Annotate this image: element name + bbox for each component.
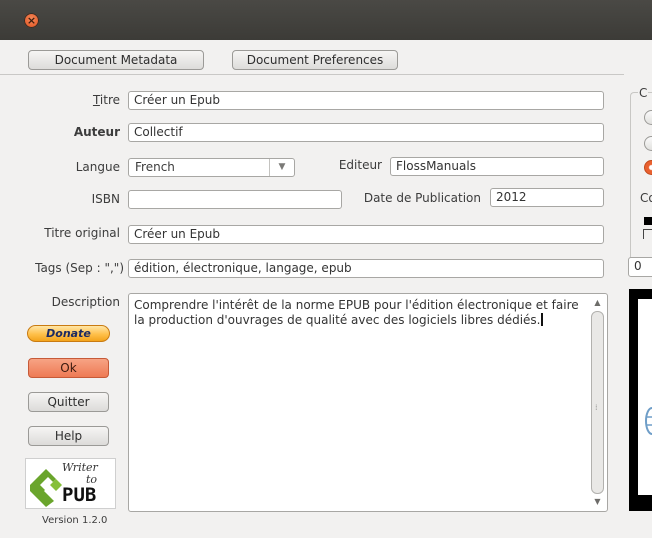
radio-option-2[interactable]: [644, 136, 652, 151]
spin-input[interactable]: 0: [628, 257, 652, 277]
isbn-input[interactable]: [128, 190, 342, 209]
radio-option-1[interactable]: [644, 110, 652, 125]
writer-to-epub-logo: Writer to PUB: [25, 458, 116, 509]
title-bar: [0, 0, 652, 40]
color-swatch-icon[interactable]: [644, 217, 652, 225]
date-publication-label: Date de Publication: [363, 191, 481, 205]
cover-preview-page: [638, 299, 652, 495]
description-textarea[interactable]: Comprendre l'intérêt de la norme EPUB po…: [128, 293, 608, 512]
quitter-button[interactable]: Quitter: [28, 392, 109, 412]
langue-select[interactable]: French ▼: [128, 158, 295, 177]
version-label: Version 1.2.0: [42, 515, 108, 526]
auteur-input[interactable]: Collectif: [128, 123, 604, 142]
tags-input[interactable]: édition, électronique, langage, epub: [128, 259, 604, 278]
langue-label: Langue: [75, 160, 120, 174]
titre-original-label: Titre original: [44, 226, 120, 240]
document-preferences-button[interactable]: Document Preferences: [232, 50, 398, 70]
cover-preview: [629, 289, 652, 511]
titre-label-mnemonic: T: [92, 93, 100, 107]
description-label: Description: [51, 295, 120, 309]
description-text: Comprendre l'intérêt de la norme EPUB po…: [134, 298, 580, 328]
text-caret: [540, 313, 543, 326]
auteur-label: Auteur: [73, 125, 120, 139]
titre-input[interactable]: Créer un Epub: [128, 91, 604, 110]
right-group-label: C: [638, 86, 649, 100]
logo-pub-text: PUB: [62, 484, 97, 506]
cover-art-icon: [645, 407, 652, 435]
ok-button[interactable]: Ok: [28, 358, 109, 378]
description-scrollbar[interactable]: ▲ ⁞ ▼: [591, 297, 604, 508]
editeur-label: Editeur: [338, 158, 382, 172]
donate-button[interactable]: Donate: [27, 325, 110, 342]
scrollbar-thumb[interactable]: ⁞: [591, 311, 604, 494]
color-corner-icon[interactable]: [643, 229, 652, 239]
langue-selected-value: French: [135, 160, 175, 174]
titre-label-rest: itre: [99, 93, 120, 107]
toolbar-separator: [0, 74, 624, 75]
scroll-up-icon[interactable]: ▲: [591, 297, 604, 309]
titre-original-input[interactable]: Créer un Epub: [128, 225, 604, 244]
editeur-input[interactable]: FlossManuals: [390, 157, 604, 176]
isbn-label: ISBN: [91, 192, 120, 206]
document-metadata-button[interactable]: Document Metadata: [28, 50, 204, 70]
close-window-button[interactable]: ×: [24, 13, 39, 28]
chevron-down-icon[interactable]: ▼: [269, 159, 294, 176]
close-icon: ×: [26, 14, 37, 27]
scroll-down-icon[interactable]: ▼: [591, 496, 604, 508]
description-value: Comprendre l'intérêt de la norme EPUB po…: [134, 298, 579, 327]
date-publication-input[interactable]: 2012: [490, 188, 604, 207]
titre-label: Titre: [40, 93, 120, 107]
right-second-label: Co: [640, 191, 652, 205]
tags-label: Tags (Sep : ","): [35, 261, 124, 275]
help-button[interactable]: Help: [28, 426, 109, 446]
grip-icon: ⁞: [595, 402, 598, 412]
radio-option-3[interactable]: [644, 160, 652, 175]
